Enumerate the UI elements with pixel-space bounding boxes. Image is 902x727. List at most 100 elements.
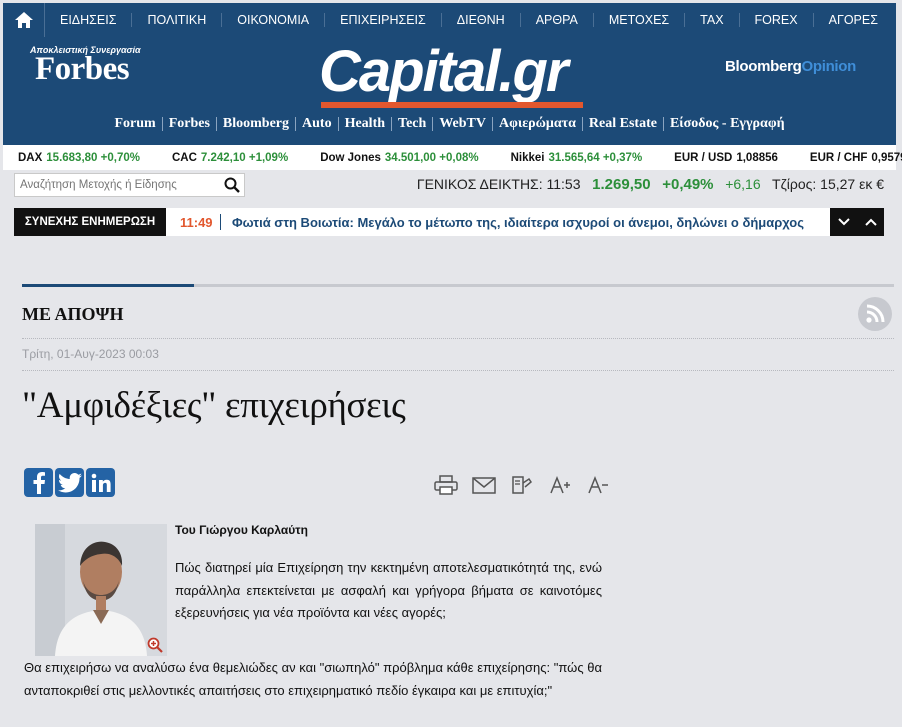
- ticker-name: Dow Jones: [320, 151, 381, 164]
- capital-logo[interactable]: Capital.gr: [319, 39, 583, 111]
- article-date: Τρίτη, 01-Αυγ-2023 00:03: [22, 347, 159, 361]
- general-index[interactable]: ΓΕΝΙΚΟΣ ΔΕΙΚΤΗΣ: 11:53 1.269,50 +0,49% +…: [417, 176, 884, 193]
- ticker-value: 0,95796: [871, 151, 902, 164]
- secondary-navigation: Forum Forbes Bloomberg Auto Health Tech …: [3, 117, 896, 131]
- ticker-item-cac[interactable]: CAC 7.242,10 +1,09%: [172, 152, 288, 164]
- general-index-label: ΓΕΝΙΚΟΣ ΔΕΙΚΤΗΣ: 11:53: [416, 176, 581, 192]
- bloomberg-logo-part2: Opinion: [801, 58, 857, 75]
- decrease-font-button[interactable]: [585, 474, 611, 496]
- ticker-value: 7.242,10 +1,09%: [200, 151, 289, 164]
- linkedin-share-button[interactable]: [86, 468, 115, 497]
- nav-item-articles[interactable]: ΑΡΘΡΑ: [521, 13, 594, 27]
- author-photo[interactable]: [35, 524, 167, 656]
- ticker-item-eur-chf[interactable]: EUR / CHF0,95796: [810, 152, 902, 164]
- search-input[interactable]: [15, 174, 215, 196]
- ticker-value: 34.501,00 +0,08%: [384, 151, 479, 164]
- email-button[interactable]: [471, 474, 497, 496]
- font-decrease-icon: [588, 476, 608, 494]
- subnav-login-register[interactable]: Είσοδος - Εγγραφή: [664, 117, 791, 131]
- rss-icon[interactable]: [857, 296, 893, 332]
- subnav-tech[interactable]: Tech: [392, 117, 434, 131]
- twitter-share-button[interactable]: [55, 468, 84, 497]
- subnav-features[interactable]: Αφιερώματα: [493, 117, 583, 131]
- subnav-forum[interactable]: Forum: [108, 117, 163, 131]
- ticker-item-eur-usd[interactable]: EUR / USD 1,08856: [674, 152, 778, 164]
- zoom-icon[interactable]: [147, 637, 163, 653]
- email-icon: [472, 476, 496, 494]
- breaking-news-bar: ΣΥΝΕΧΗΣ ΕΝΗΜΕΡΩΣΗ 11:49 Φωτιά στη Βοιωτί…: [14, 208, 884, 236]
- home-button[interactable]: [3, 3, 45, 37]
- bloomberg-opinion-logo[interactable]: BloombergOpinion: [725, 58, 856, 75]
- section-divider: [22, 284, 894, 287]
- increase-font-button[interactable]: [547, 474, 573, 496]
- article-paragraph: Πώς διατηρεί μία Επιχείρηση την κεκτημέν…: [175, 560, 602, 620]
- subnav-real-estate[interactable]: Real Estate: [583, 117, 664, 131]
- subnav-forbes[interactable]: Forbes: [163, 117, 217, 131]
- breaking-news-controls: [830, 208, 884, 236]
- nav-item-business[interactable]: ΕΠΙΧΕΙΡΗΣΕΙΣ: [325, 13, 442, 27]
- linkedin-icon: [91, 473, 111, 492]
- ticker-name: EUR / CHF: [809, 151, 868, 164]
- ticker-item-nikkei[interactable]: Nikkei 31.565,64 +0,37%: [511, 152, 643, 164]
- general-index-change-abs: +6,16: [725, 176, 761, 192]
- turnover: Τζίρος: 15,27 εκ €: [772, 176, 884, 192]
- nav-item-economy[interactable]: ΟΙΚΟΝΟΜΙΑ: [222, 13, 326, 27]
- ticker-value: 31.565,64 +0,37%: [548, 151, 643, 164]
- nav-item-markets[interactable]: ΑΓΟΡΕΣ: [814, 13, 893, 27]
- ticker-name: EUR / USD: [674, 151, 733, 164]
- ticker-item-dow-jones[interactable]: Dow Jones 34.501,00 +0,08%: [320, 152, 478, 164]
- article-paragraph: Θα επιχειρήσω να αναλύσω ένα θεμελιώδες …: [24, 660, 602, 698]
- subnav-health[interactable]: Health: [339, 117, 393, 131]
- bloomberg-logo-part1: Bloomberg: [725, 58, 802, 75]
- font-increase-icon: [550, 476, 570, 494]
- search-row: ΓΕΝΙΚΟΣ ΔΕΙΚΤΗΣ: 11:53 1.269,50 +0,49% +…: [3, 170, 896, 200]
- twitter-icon: [57, 472, 82, 492]
- market-ticker: DAX 15.683,80 +0,70% CAC 7.242,10 +1,09% D…: [3, 145, 902, 170]
- capital-logo-text: Capital.gr: [319, 39, 568, 104]
- subnav-webtv[interactable]: WebTV: [433, 117, 493, 131]
- nav-item-forex[interactable]: FOREX: [740, 13, 814, 27]
- ticker-item-dax[interactable]: DAX 15.683,80 +0,70%: [18, 152, 140, 164]
- nav-item-news[interactable]: ΕΙΔΗΣΕΙΣ: [45, 13, 133, 27]
- section-divider-accent: [22, 284, 194, 287]
- section-title[interactable]: ΜΕ ΑΠΟΨΗ: [22, 304, 124, 325]
- printer-icon: [434, 475, 458, 495]
- nav-item-tax[interactable]: TAX: [685, 13, 740, 27]
- next-news-button[interactable]: [830, 208, 857, 236]
- facebook-share-button[interactable]: [24, 468, 53, 497]
- breaking-news-time: 11:49: [180, 215, 213, 230]
- facebook-icon: [33, 471, 45, 494]
- breaking-news-label[interactable]: ΣΥΝΕΧΗΣ ΕΝΗΜΕΡΩΣΗ: [14, 208, 166, 236]
- ticker-name: CAC: [171, 151, 197, 164]
- ticker-name: Nikkei: [510, 151, 545, 164]
- breaking-news-headline[interactable]: Φωτιά στη Βοιωτία: Μεγάλο το μέτωπο της,…: [232, 215, 828, 230]
- subnav-auto[interactable]: Auto: [296, 117, 339, 131]
- previous-news-button[interactable]: [857, 208, 884, 236]
- chevron-down-icon: [837, 218, 850, 226]
- article-author: Του Γιώργου Καρλαύτη: [175, 523, 308, 537]
- breaking-news-divider: [220, 214, 221, 230]
- subnav-bloomberg[interactable]: Bloomberg: [217, 117, 297, 131]
- ticker-name: DAX: [18, 151, 43, 164]
- nav-item-stocks[interactable]: ΜΕΤΟΧΕΣ: [594, 13, 686, 27]
- share-buttons: [24, 468, 115, 497]
- general-index-value: 1.269,50: [592, 176, 651, 193]
- top-navigation: ΕΙΔΗΣΕΙΣ ΠΟΛΙΤΙΚΗ ΟΙΚΟΝΟΜΙΑ ΕΠΙΧΕΙΡΗΣΕΙΣ…: [3, 3, 896, 37]
- nav-item-international[interactable]: ΔΙΕΘΝΗ: [442, 13, 521, 27]
- chevron-up-icon: [864, 218, 877, 226]
- article-tools: [433, 474, 611, 496]
- date-top-rule: [22, 338, 894, 339]
- reading-mode-icon: [512, 476, 532, 494]
- ticker-value: 1,08856: [736, 151, 778, 164]
- general-index-change-pct: +0,49%: [662, 176, 714, 193]
- masthead: Αποκλειστική Συνεργασία Forbes Capital.g…: [3, 37, 896, 145]
- nav-item-politics[interactable]: ΠΟΛΙΤΙΚΗ: [132, 13, 223, 27]
- date-bottom-rule: [22, 370, 894, 371]
- print-button[interactable]: [433, 474, 459, 496]
- home-icon: [14, 12, 33, 28]
- forbes-logo[interactable]: Forbes: [35, 51, 130, 88]
- search-box: [14, 173, 245, 197]
- reading-mode-button[interactable]: [509, 474, 535, 496]
- capital-logo-underline: [321, 102, 583, 108]
- search-icon[interactable]: [224, 177, 240, 193]
